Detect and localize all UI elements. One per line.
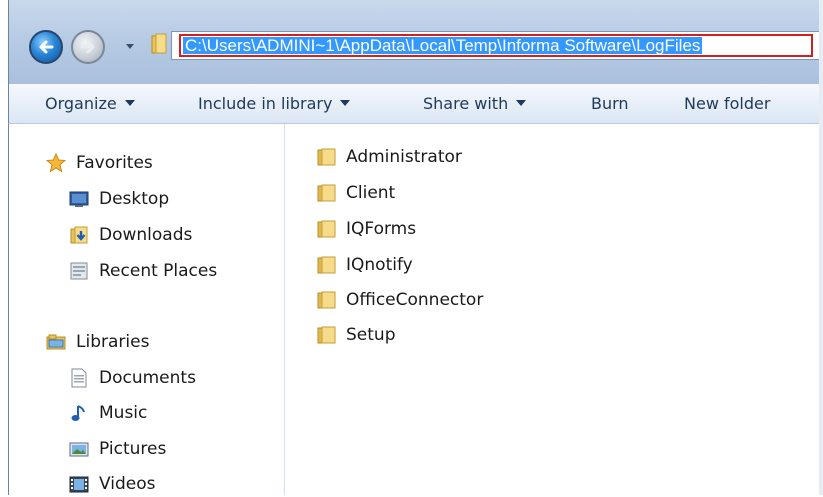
title-bar: C:\Users\ADMINI~1\AppData\Local\Temp\Inf… [8, 0, 823, 84]
burn-label: Burn [591, 94, 629, 113]
chevron-down-icon [124, 99, 135, 106]
music-icon [71, 405, 85, 421]
back-button[interactable] [29, 30, 63, 64]
recent-pages-dropdown-icon[interactable] [124, 40, 136, 52]
burn-button[interactable]: Burn [591, 93, 629, 115]
nav-item-label: Videos [99, 474, 156, 494]
folder-icon [317, 256, 336, 274]
pictures-icon [69, 442, 89, 457]
chevron-down-icon [516, 99, 527, 106]
star-icon [46, 153, 66, 173]
nav-item-label: Recent Places [99, 261, 218, 281]
back-arrow-icon [39, 40, 54, 54]
forward-button[interactable] [71, 30, 105, 64]
folder-icon [151, 33, 167, 54]
folder-name: Administrator [346, 147, 462, 167]
folder-icon [317, 184, 336, 202]
folder-name: OfficeConnector [346, 290, 484, 310]
nav-item-label: Desktop [99, 189, 170, 209]
downloads-icon [70, 226, 88, 244]
nav-item-label: Music [99, 403, 148, 423]
pane-divider[interactable] [284, 124, 285, 495]
organize-label: Organize [45, 94, 117, 113]
folder-name: IQnotify [346, 255, 413, 275]
nav-item-label: Pictures [99, 439, 167, 459]
nav-libraries-label: Libraries [76, 332, 150, 352]
folder-icon [317, 220, 336, 238]
include-in-library-button[interactable]: Include in library [198, 93, 351, 115]
folder-icon [317, 291, 336, 309]
folder-icon [317, 326, 336, 344]
folder-icon [317, 148, 336, 166]
nav-favorites-label: Favorites [76, 153, 153, 173]
forward-arrow-icon [80, 40, 95, 54]
nav-item-label: Downloads [99, 225, 193, 245]
folder-name: Setup [346, 325, 396, 345]
desktop-icon [69, 191, 89, 207]
new-folder-label: New folder [684, 94, 771, 113]
share-with-label: Share with [423, 94, 509, 113]
window-right-edge [819, 0, 823, 495]
command-bar: Organize Include in library Share with B… [8, 84, 823, 124]
folder-name: IQForms [346, 219, 417, 239]
folder-name: Client [346, 183, 396, 203]
chevron-down-icon [340, 99, 351, 106]
organize-button[interactable]: Organize [45, 93, 135, 115]
nav-item-label: Documents [99, 368, 196, 388]
documents-icon [71, 368, 87, 388]
recent-places-icon [70, 262, 88, 280]
new-folder-button[interactable]: New folder [684, 93, 770, 115]
include-in-library-label: Include in library [198, 94, 333, 113]
share-with-button[interactable]: Share with [423, 93, 527, 115]
address-path[interactable]: C:\Users\ADMINI~1\AppData\Local\Temp\Inf… [183, 37, 703, 54]
videos-icon [69, 476, 89, 493]
address-bar[interactable]: C:\Users\ADMINI~1\AppData\Local\Temp\Inf… [171, 31, 821, 60]
address-highlight-box: C:\Users\ADMINI~1\AppData\Local\Temp\Inf… [179, 34, 813, 57]
libraries-icon [46, 334, 66, 350]
